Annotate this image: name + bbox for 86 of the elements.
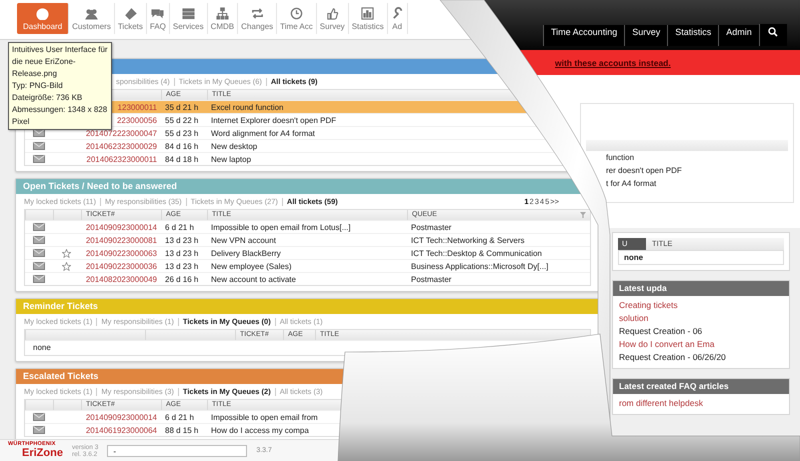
nav-item[interactable]: Survey bbox=[624, 25, 668, 46]
age-cell-text: 84 d 18 h bbox=[164, 154, 198, 164]
speech-bubbles-icon bbox=[151, 6, 164, 20]
star-icon[interactable] bbox=[62, 262, 71, 270]
thumbs-up-icon bbox=[326, 6, 339, 20]
title-cell-text: Internet Explorer doesn't open PDF bbox=[210, 116, 336, 124]
age-cell-text: 6 d 21 h bbox=[164, 412, 194, 422]
toolbar-button[interactable]: Tickets bbox=[114, 3, 147, 34]
age-cell-text: 84 d 16 h bbox=[164, 142, 198, 150]
input-field[interactable]: - bbox=[107, 444, 248, 456]
age-cell-text: 35 d 21 h bbox=[164, 102, 198, 112]
panel-header: Latest created FAQ articles bbox=[613, 379, 789, 394]
toolbar-button[interactable]: Services bbox=[170, 3, 208, 34]
ticket-number-link[interactable]: 2014061923000064 bbox=[82, 426, 161, 434]
title-cell-text: function bbox=[605, 152, 636, 164]
queue-cell-text: ICT Tech::Desktop & Communication bbox=[410, 248, 542, 258]
age-cell-text: 13 d 23 h bbox=[164, 262, 198, 270]
article-meta: Request Creation - 06/26/20 bbox=[619, 352, 727, 363]
toolbar-button[interactable]: Customers bbox=[69, 3, 115, 34]
arrows-loop-icon bbox=[250, 6, 264, 20]
title-cell-text: t for A4 format bbox=[605, 178, 658, 190]
title-cell-text: Excel round function bbox=[210, 102, 284, 112]
ticket-number-link[interactable]: 2014090223000036 bbox=[82, 262, 161, 270]
list-icon bbox=[182, 6, 195, 20]
queue-cell-text: Business Applications::Microsoft Dy[...] bbox=[410, 262, 548, 270]
age-cell-text: 88 d 15 h bbox=[164, 426, 198, 434]
title-cell-text: New employee (Sales) bbox=[210, 262, 292, 270]
toolbar-button[interactable]: Ad bbox=[388, 3, 408, 34]
ticket-number-link[interactable]: 2014062323000011 bbox=[82, 154, 161, 164]
toolbar-button[interactable]: CMDB bbox=[208, 3, 238, 34]
toolbar-button[interactable]: Changes bbox=[238, 3, 278, 34]
star-icon[interactable] bbox=[62, 248, 71, 258]
toolbar-button[interactable]: FAQ bbox=[146, 3, 170, 34]
queue-cell-text: Postmaster bbox=[410, 222, 452, 232]
title-cell-text: New VPN account bbox=[210, 236, 276, 244]
hierarchy-icon bbox=[216, 6, 229, 20]
age-cell-text: 55 d 22 h bbox=[164, 116, 198, 124]
title-cell-text: New laptop bbox=[210, 154, 252, 164]
article-link[interactable]: How do I convert an Ema bbox=[619, 339, 783, 350]
people-icon bbox=[84, 6, 98, 20]
age-cell-text: 13 d 23 h bbox=[164, 236, 198, 244]
queue-cell-text: Postmaster bbox=[410, 274, 452, 284]
ticket-number-link[interactable]: 2014062323000029 bbox=[82, 142, 161, 150]
ticket-number-link[interactable]: 2014090923000014 bbox=[82, 412, 161, 422]
article-meta: Request Creation - 06 bbox=[619, 326, 704, 337]
empty-message: none bbox=[618, 250, 784, 265]
ticket-number-link[interactable]: 2014082023000049 bbox=[82, 274, 161, 284]
article-link[interactable]: Creating tickets bbox=[619, 300, 783, 311]
age-cell-text: 13 d 23 h bbox=[164, 248, 198, 258]
age-cell-text: 6 d 21 h bbox=[164, 222, 194, 232]
clock-icon bbox=[290, 6, 303, 20]
search-button[interactable] bbox=[758, 24, 787, 46]
title-cell-text: rer doesn't open PDF bbox=[605, 165, 683, 177]
article-link[interactable]: solution bbox=[619, 313, 783, 324]
banner-link[interactable]: with these accounts instead. bbox=[555, 58, 671, 68]
age-cell-text: 55 d 23 h bbox=[164, 128, 198, 138]
filter-icon[interactable] bbox=[580, 212, 586, 218]
nav-item[interactable]: Admin bbox=[718, 25, 759, 46]
toolbar-button[interactable]: Dashboard bbox=[17, 3, 70, 34]
ticket-number-link[interactable]: 2014072223000047 bbox=[82, 128, 161, 138]
search-icon bbox=[768, 27, 778, 37]
title-cell-text: New desktop bbox=[210, 142, 258, 150]
ticket-number-link[interactable]: 123000011 bbox=[114, 102, 161, 112]
title-cell-text: Impossible to open email from bbox=[210, 412, 318, 422]
bar-chart-icon bbox=[361, 6, 374, 20]
panel-header: Latest upda bbox=[613, 281, 789, 296]
nav-item[interactable]: Time Accounting bbox=[543, 25, 624, 46]
queue-cell-text: ICT Tech::Networking & Servers bbox=[410, 236, 525, 244]
toolbar-button[interactable]: Statistics bbox=[348, 3, 388, 34]
panel-header: Reminder Tickets bbox=[16, 299, 599, 314]
file-info-tooltip: Intuitives User Interface für die neue EriZone- Release.png Typ: PNG-Bild Dateigröße: 736 KB Abmessungen: 1348 x 828 Pixel bbox=[8, 42, 112, 130]
toolbar-button[interactable]: Survey bbox=[316, 3, 349, 34]
ticket-number-link[interactable]: 2014090923000014 bbox=[82, 222, 161, 232]
ticket-number-link[interactable]: 223000056 bbox=[112, 116, 161, 124]
product-logo: EriZone bbox=[21, 448, 63, 459]
article-link[interactable]: rom different helpdesk bbox=[619, 398, 783, 409]
title-cell-text: New account to activate bbox=[210, 274, 296, 284]
age-cell-text: 26 d 16 h bbox=[164, 274, 198, 284]
title-cell-text: Word alignment for A4 format bbox=[210, 128, 315, 138]
toolbar-button[interactable]: Time Acc bbox=[277, 3, 317, 34]
title-cell-text: How do I access my compa bbox=[210, 426, 309, 434]
title-cell-text: Impossible to open email from Lotus[...] bbox=[210, 222, 351, 232]
title-cell-text: Delivery BlackBerry bbox=[210, 248, 281, 258]
ticket-number-link[interactable]: 2014090223000063 bbox=[82, 248, 161, 258]
ticket-number-link[interactable]: 2014090223000081 bbox=[82, 236, 161, 244]
nav-item[interactable]: Statistics bbox=[667, 25, 718, 46]
